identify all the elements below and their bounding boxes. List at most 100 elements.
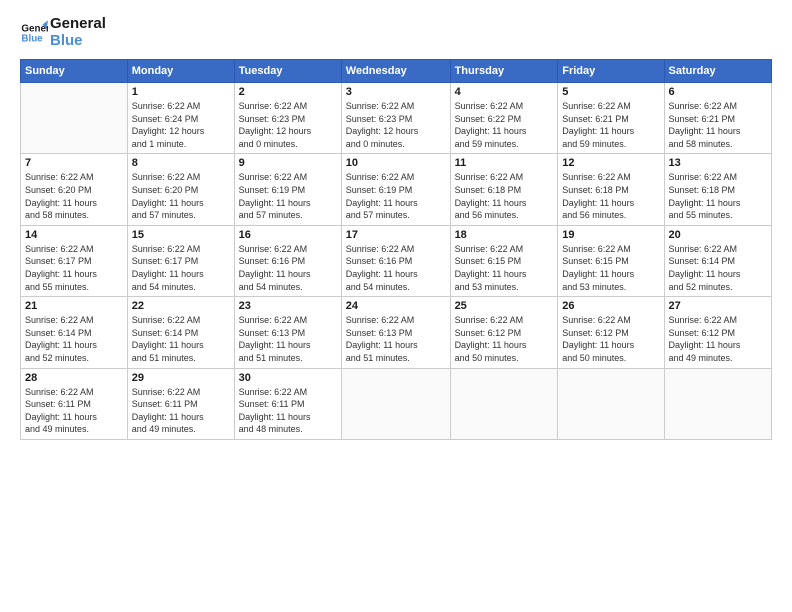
calendar-cell: 12 Sunrise: 6:22 AMSunset: 6:18 PMDayligh… — [558, 154, 664, 225]
logo-blue: Blue — [50, 32, 83, 49]
day-info: Sunrise: 6:22 AMSunset: 6:21 PMDaylight:… — [562, 100, 659, 150]
weekday-header: Sunday — [21, 60, 128, 83]
calendar-cell — [558, 368, 664, 439]
day-number: 29 — [132, 372, 230, 384]
day-number: 19 — [562, 229, 659, 241]
calendar-cell: 6 Sunrise: 6:22 AMSunset: 6:21 PMDaylight… — [664, 83, 771, 154]
day-info: Sunrise: 6:22 AMSunset: 6:12 PMDaylight:… — [455, 314, 554, 364]
day-number: 16 — [239, 229, 337, 241]
calendar-cell: 5 Sunrise: 6:22 AMSunset: 6:21 PMDaylight… — [558, 83, 664, 154]
day-number: 10 — [346, 157, 446, 169]
calendar-cell: 3 Sunrise: 6:22 AMSunset: 6:23 PMDaylight… — [341, 83, 450, 154]
logo: General Blue General Blue — [20, 16, 106, 49]
day-number: 6 — [669, 86, 767, 98]
day-info: Sunrise: 6:22 AMSunset: 6:12 PMDaylight:… — [562, 314, 659, 364]
day-number: 30 — [239, 372, 337, 384]
day-number: 4 — [455, 86, 554, 98]
day-info: Sunrise: 6:22 AMSunset: 6:23 PMDaylight:… — [346, 100, 446, 150]
day-number: 24 — [346, 300, 446, 312]
day-info: Sunrise: 6:22 AMSunset: 6:13 PMDaylight:… — [346, 314, 446, 364]
day-info: Sunrise: 6:22 AMSunset: 6:20 PMDaylight:… — [132, 171, 230, 221]
logo-general: General — [50, 15, 106, 32]
calendar-cell: 4 Sunrise: 6:22 AMSunset: 6:22 PMDaylight… — [450, 83, 558, 154]
weekday-header: Thursday — [450, 60, 558, 83]
day-info: Sunrise: 6:22 AMSunset: 6:16 PMDaylight:… — [346, 243, 446, 293]
weekday-header: Monday — [127, 60, 234, 83]
calendar-cell — [450, 368, 558, 439]
day-info: Sunrise: 6:22 AMSunset: 6:17 PMDaylight:… — [25, 243, 123, 293]
day-info: Sunrise: 6:22 AMSunset: 6:20 PMDaylight:… — [25, 171, 123, 221]
calendar-cell — [341, 368, 450, 439]
calendar-week-row: 28Sunrise: 6:22 AMSunset: 6:11 PMDayligh… — [21, 368, 772, 439]
calendar-table: SundayMondayTuesdayWednesdayThursdayFrid… — [20, 59, 772, 440]
day-number: 2 — [239, 86, 337, 98]
day-info: Sunrise: 6:22 AMSunset: 6:12 PMDaylight:… — [669, 314, 767, 364]
header: General Blue General Blue — [20, 16, 772, 49]
day-number: 5 — [562, 86, 659, 98]
day-number: 14 — [25, 229, 123, 241]
day-number: 12 — [562, 157, 659, 169]
day-number: 23 — [239, 300, 337, 312]
calendar-cell: 11 Sunrise: 6:22 AMSunset: 6:18 PMDayligh… — [450, 154, 558, 225]
calendar-cell — [21, 83, 128, 154]
day-info: Sunrise: 6:22 AMSunset: 6:23 PMDaylight:… — [239, 100, 337, 150]
calendar-cell: 17 Sunrise: 6:22 AMSunset: 6:16 PMDayligh… — [341, 225, 450, 296]
day-number: 27 — [669, 300, 767, 312]
day-number: 22 — [132, 300, 230, 312]
day-number: 11 — [455, 157, 554, 169]
weekday-header: Wednesday — [341, 60, 450, 83]
day-number: 1 — [132, 86, 230, 98]
day-info: Sunrise: 6:22 AMSunset: 6:14 PMDaylight:… — [132, 314, 230, 364]
weekday-header: Tuesday — [234, 60, 341, 83]
day-info: Sunrise: 6:22 AMSunset: 6:13 PMDaylight:… — [239, 314, 337, 364]
day-info: Sunrise: 6:22 AMSunset: 6:18 PMDaylight:… — [562, 171, 659, 221]
calendar-week-row: 7 Sunrise: 6:22 AMSunset: 6:20 PMDaylight… — [21, 154, 772, 225]
calendar-cell: 20Sunrise: 6:22 AMSunset: 6:14 PMDayligh… — [664, 225, 771, 296]
day-info: Sunrise: 6:22 AMSunset: 6:21 PMDaylight:… — [669, 100, 767, 150]
calendar-cell: 2 Sunrise: 6:22 AMSunset: 6:23 PMDaylight… — [234, 83, 341, 154]
day-number: 17 — [346, 229, 446, 241]
calendar-cell: 7 Sunrise: 6:22 AMSunset: 6:20 PMDaylight… — [21, 154, 128, 225]
calendar-cell: 24 Sunrise: 6:22 AMSunset: 6:13 PMDayligh… — [341, 297, 450, 368]
calendar-cell: 28Sunrise: 6:22 AMSunset: 6:11 PMDayligh… — [21, 368, 128, 439]
calendar-cell: 21Sunrise: 6:22 AMSunset: 6:14 PMDayligh… — [21, 297, 128, 368]
day-info: Sunrise: 6:22 AMSunset: 6:18 PMDaylight:… — [669, 171, 767, 221]
calendar-header-row: SundayMondayTuesdayWednesdayThursdayFrid… — [21, 60, 772, 83]
calendar-cell: 19 Sunrise: 6:22 AMSunset: 6:15 PMDayligh… — [558, 225, 664, 296]
day-info: Sunrise: 6:22 AMSunset: 6:24 PMDaylight:… — [132, 100, 230, 150]
page: General Blue General Blue SundayMondayTu… — [0, 0, 792, 612]
day-number: 3 — [346, 86, 446, 98]
calendar-cell: 10 Sunrise: 6:22 AMSunset: 6:19 PMDayligh… — [341, 154, 450, 225]
day-info: Sunrise: 6:22 AMSunset: 6:14 PMDaylight:… — [25, 314, 123, 364]
day-number: 9 — [239, 157, 337, 169]
day-info: Sunrise: 6:22 AMSunset: 6:19 PMDaylight:… — [239, 171, 337, 221]
day-number: 26 — [562, 300, 659, 312]
calendar-cell — [664, 368, 771, 439]
calendar-cell: 27 Sunrise: 6:22 AMSunset: 6:12 PMDayligh… — [664, 297, 771, 368]
calendar-week-row: 21Sunrise: 6:22 AMSunset: 6:14 PMDayligh… — [21, 297, 772, 368]
day-number: 18 — [455, 229, 554, 241]
day-info: Sunrise: 6:22 AMSunset: 6:11 PMDaylight:… — [132, 386, 230, 436]
calendar-week-row: 14 Sunrise: 6:22 AMSunset: 6:17 PMDayligh… — [21, 225, 772, 296]
calendar-cell: 25 Sunrise: 6:22 AMSunset: 6:12 PMDayligh… — [450, 297, 558, 368]
day-info: Sunrise: 6:22 AMSunset: 6:19 PMDaylight:… — [346, 171, 446, 221]
day-info: Sunrise: 6:22 AMSunset: 6:15 PMDaylight:… — [562, 243, 659, 293]
day-info: Sunrise: 6:22 AMSunset: 6:17 PMDaylight:… — [132, 243, 230, 293]
day-info: Sunrise: 6:22 AMSunset: 6:22 PMDaylight:… — [455, 100, 554, 150]
calendar-cell: 8 Sunrise: 6:22 AMSunset: 6:20 PMDaylight… — [127, 154, 234, 225]
calendar-cell: 13Sunrise: 6:22 AMSunset: 6:18 PMDayligh… — [664, 154, 771, 225]
day-number: 7 — [25, 157, 123, 169]
calendar-cell: 9 Sunrise: 6:22 AMSunset: 6:19 PMDaylight… — [234, 154, 341, 225]
calendar-cell: 26 Sunrise: 6:22 AMSunset: 6:12 PMDayligh… — [558, 297, 664, 368]
weekday-header: Friday — [558, 60, 664, 83]
day-number: 8 — [132, 157, 230, 169]
day-info: Sunrise: 6:22 AMSunset: 6:18 PMDaylight:… — [455, 171, 554, 221]
day-info: Sunrise: 6:22 AMSunset: 6:16 PMDaylight:… — [239, 243, 337, 293]
day-number: 15 — [132, 229, 230, 241]
day-number: 25 — [455, 300, 554, 312]
calendar-cell: 23 Sunrise: 6:22 AMSunset: 6:13 PMDayligh… — [234, 297, 341, 368]
day-info: Sunrise: 6:22 AMSunset: 6:11 PMDaylight:… — [239, 386, 337, 436]
calendar-cell: 16 Sunrise: 6:22 AMSunset: 6:16 PMDayligh… — [234, 225, 341, 296]
calendar-cell: 29 Sunrise: 6:22 AMSunset: 6:11 PMDayligh… — [127, 368, 234, 439]
weekday-header: Saturday — [664, 60, 771, 83]
